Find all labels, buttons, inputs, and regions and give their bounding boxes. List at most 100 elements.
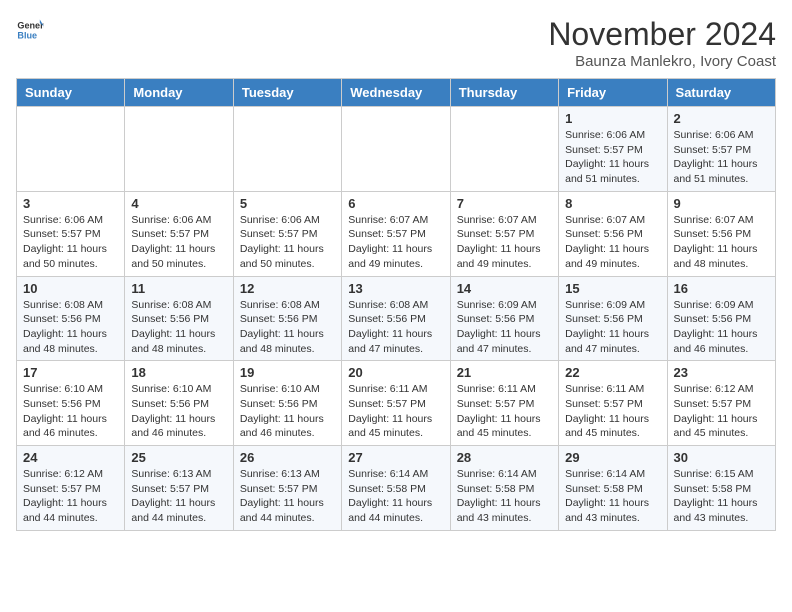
col-header-friday: Friday [559, 79, 667, 107]
col-header-saturday: Saturday [667, 79, 775, 107]
day-info: Sunrise: 6:07 AM Sunset: 5:57 PM Dayligh… [457, 213, 552, 272]
calendar-cell: 24 Sunrise: 6:12 AM Sunset: 5:57 PM Dayli… [17, 446, 125, 531]
day-number: 6 [348, 196, 443, 211]
day-info: Sunrise: 6:08 AM Sunset: 5:56 PM Dayligh… [23, 298, 118, 357]
day-info: Sunrise: 6:14 AM Sunset: 5:58 PM Dayligh… [457, 467, 552, 526]
location-title: Baunza Manlekro, Ivory Coast [548, 53, 776, 70]
day-number: 17 [23, 365, 118, 380]
day-number: 29 [565, 450, 660, 465]
day-number: 9 [674, 196, 769, 211]
day-number: 25 [131, 450, 226, 465]
day-info: Sunrise: 6:14 AM Sunset: 5:58 PM Dayligh… [348, 467, 443, 526]
day-info: Sunrise: 6:10 AM Sunset: 5:56 PM Dayligh… [131, 382, 226, 441]
day-info: Sunrise: 6:11 AM Sunset: 5:57 PM Dayligh… [348, 382, 443, 441]
day-number: 4 [131, 196, 226, 211]
day-info: Sunrise: 6:06 AM Sunset: 5:57 PM Dayligh… [240, 213, 335, 272]
day-info: Sunrise: 6:06 AM Sunset: 5:57 PM Dayligh… [131, 213, 226, 272]
calendar-cell: 7 Sunrise: 6:07 AM Sunset: 5:57 PM Daylig… [450, 191, 558, 276]
month-title: November 2024 [548, 16, 776, 53]
calendar-cell: 15 Sunrise: 6:09 AM Sunset: 5:56 PM Dayli… [559, 276, 667, 361]
col-header-monday: Monday [125, 79, 233, 107]
day-info: Sunrise: 6:09 AM Sunset: 5:56 PM Dayligh… [674, 298, 769, 357]
calendar-cell: 26Sunrise: 6:13 AM Sunset: 5:57 PM Dayli… [233, 446, 341, 531]
logo-icon: General Blue [16, 16, 44, 44]
calendar-week-3: 10 Sunrise: 6:08 AM Sunset: 5:56 PM Dayli… [17, 276, 776, 361]
day-info: Sunrise: 6:14 AM Sunset: 5:58 PM Dayligh… [565, 467, 660, 526]
calendar-cell: 8 Sunrise: 6:07 AM Sunset: 5:56 PM Daylig… [559, 191, 667, 276]
calendar-header-row: SundayMondayTuesdayWednesdayThursdayFrid… [17, 79, 776, 107]
day-info: Sunrise: 6:12 AM Sunset: 5:57 PM Dayligh… [674, 382, 769, 441]
day-number: 21 [457, 365, 552, 380]
day-number: 10 [23, 281, 118, 296]
col-header-wednesday: Wednesday [342, 79, 450, 107]
calendar-week-4: 17 Sunrise: 6:10 AM Sunset: 5:56 PM Dayli… [17, 361, 776, 446]
day-number: 8 [565, 196, 660, 211]
day-info: Sunrise: 6:07 AM Sunset: 5:56 PM Dayligh… [565, 213, 660, 272]
day-number: 3 [23, 196, 118, 211]
calendar-cell: 25 Sunrise: 6:13 AM Sunset: 5:57 PM Dayli… [125, 446, 233, 531]
calendar-week-1: 1 Sunrise: 6:06 AM Sunset: 5:57 PM Daylig… [17, 107, 776, 192]
day-info: Sunrise: 6:07 AM Sunset: 5:57 PM Dayligh… [348, 213, 443, 272]
calendar-cell: 9 Sunrise: 6:07 AM Sunset: 5:56 PM Daylig… [667, 191, 775, 276]
calendar-cell: 5 Sunrise: 6:06 AM Sunset: 5:57 PM Daylig… [233, 191, 341, 276]
day-info: Sunrise: 6:06 AM Sunset: 5:57 PM Dayligh… [674, 128, 769, 187]
calendar-cell [342, 107, 450, 192]
page-header: General Blue November 2024 Baunza Manlek… [16, 16, 776, 70]
day-info: Sunrise: 6:11 AM Sunset: 5:57 PM Dayligh… [565, 382, 660, 441]
day-info: Sunrise: 6:08 AM Sunset: 5:56 PM Dayligh… [240, 298, 335, 357]
calendar-cell: 4 Sunrise: 6:06 AM Sunset: 5:57 PM Daylig… [125, 191, 233, 276]
logo: General Blue [16, 16, 44, 44]
day-number: 30 [674, 450, 769, 465]
calendar-cell: 14Sunrise: 6:09 AM Sunset: 5:56 PM Dayli… [450, 276, 558, 361]
calendar-cell: 20 Sunrise: 6:11 AM Sunset: 5:57 PM Dayli… [342, 361, 450, 446]
day-info: Sunrise: 6:11 AM Sunset: 5:57 PM Dayligh… [457, 382, 552, 441]
day-number: 18 [131, 365, 226, 380]
day-number: 12 [240, 281, 335, 296]
day-number: 27 [348, 450, 443, 465]
calendar-cell [233, 107, 341, 192]
day-info: Sunrise: 6:06 AM Sunset: 5:57 PM Dayligh… [565, 128, 660, 187]
calendar-cell: 1 Sunrise: 6:06 AM Sunset: 5:57 PM Daylig… [559, 107, 667, 192]
day-info: Sunrise: 6:13 AM Sunset: 5:57 PM Dayligh… [131, 467, 226, 526]
calendar-cell [17, 107, 125, 192]
calendar-cell: 17 Sunrise: 6:10 AM Sunset: 5:56 PM Dayli… [17, 361, 125, 446]
day-number: 22 [565, 365, 660, 380]
day-info: Sunrise: 6:12 AM Sunset: 5:57 PM Dayligh… [23, 467, 118, 526]
day-number: 5 [240, 196, 335, 211]
calendar-cell: 27 Sunrise: 6:14 AM Sunset: 5:58 PM Dayli… [342, 446, 450, 531]
col-header-tuesday: Tuesday [233, 79, 341, 107]
day-number: 1 [565, 111, 660, 126]
day-number: 13 [348, 281, 443, 296]
day-number: 24 [23, 450, 118, 465]
calendar-table: SundayMondayTuesdayWednesdayThursdayFrid… [16, 78, 776, 531]
day-number: 19 [240, 365, 335, 380]
day-info: Sunrise: 6:07 AM Sunset: 5:56 PM Dayligh… [674, 213, 769, 272]
calendar-week-2: 3 Sunrise: 6:06 AM Sunset: 5:57 PM Daylig… [17, 191, 776, 276]
day-info: Sunrise: 6:09 AM Sunset: 5:56 PM Dayligh… [565, 298, 660, 357]
col-header-thursday: Thursday [450, 79, 558, 107]
day-info: Sunrise: 6:06 AM Sunset: 5:57 PM Dayligh… [23, 213, 118, 272]
col-header-sunday: Sunday [17, 79, 125, 107]
day-info: Sunrise: 6:10 AM Sunset: 5:56 PM Dayligh… [23, 382, 118, 441]
calendar-cell [450, 107, 558, 192]
calendar-cell: 11Sunrise: 6:08 AM Sunset: 5:56 PM Dayli… [125, 276, 233, 361]
calendar-cell: 18 Sunrise: 6:10 AM Sunset: 5:56 PM Dayli… [125, 361, 233, 446]
svg-text:Blue: Blue [17, 30, 37, 40]
calendar-cell: 16Sunrise: 6:09 AM Sunset: 5:56 PM Dayli… [667, 276, 775, 361]
day-number: 15 [565, 281, 660, 296]
calendar-cell: 12 Sunrise: 6:08 AM Sunset: 5:56 PM Dayli… [233, 276, 341, 361]
calendar-cell: 29 Sunrise: 6:14 AM Sunset: 5:58 PM Dayli… [559, 446, 667, 531]
day-number: 20 [348, 365, 443, 380]
day-info: Sunrise: 6:08 AM Sunset: 5:56 PM Dayligh… [348, 298, 443, 357]
calendar-cell: 19Sunrise: 6:10 AM Sunset: 5:56 PM Dayli… [233, 361, 341, 446]
day-info: Sunrise: 6:09 AM Sunset: 5:56 PM Dayligh… [457, 298, 552, 357]
calendar-cell: 2 Sunrise: 6:06 AM Sunset: 5:57 PM Daylig… [667, 107, 775, 192]
calendar-cell: 3 Sunrise: 6:06 AM Sunset: 5:57 PM Daylig… [17, 191, 125, 276]
day-number: 7 [457, 196, 552, 211]
day-number: 2 [674, 111, 769, 126]
calendar-cell: 13 Sunrise: 6:08 AM Sunset: 5:56 PM Dayli… [342, 276, 450, 361]
day-number: 11 [131, 281, 226, 296]
calendar-cell: 30Sunrise: 6:15 AM Sunset: 5:58 PM Dayli… [667, 446, 775, 531]
calendar-cell: 23Sunrise: 6:12 AM Sunset: 5:57 PM Dayli… [667, 361, 775, 446]
calendar-cell: 28Sunrise: 6:14 AM Sunset: 5:58 PM Dayli… [450, 446, 558, 531]
